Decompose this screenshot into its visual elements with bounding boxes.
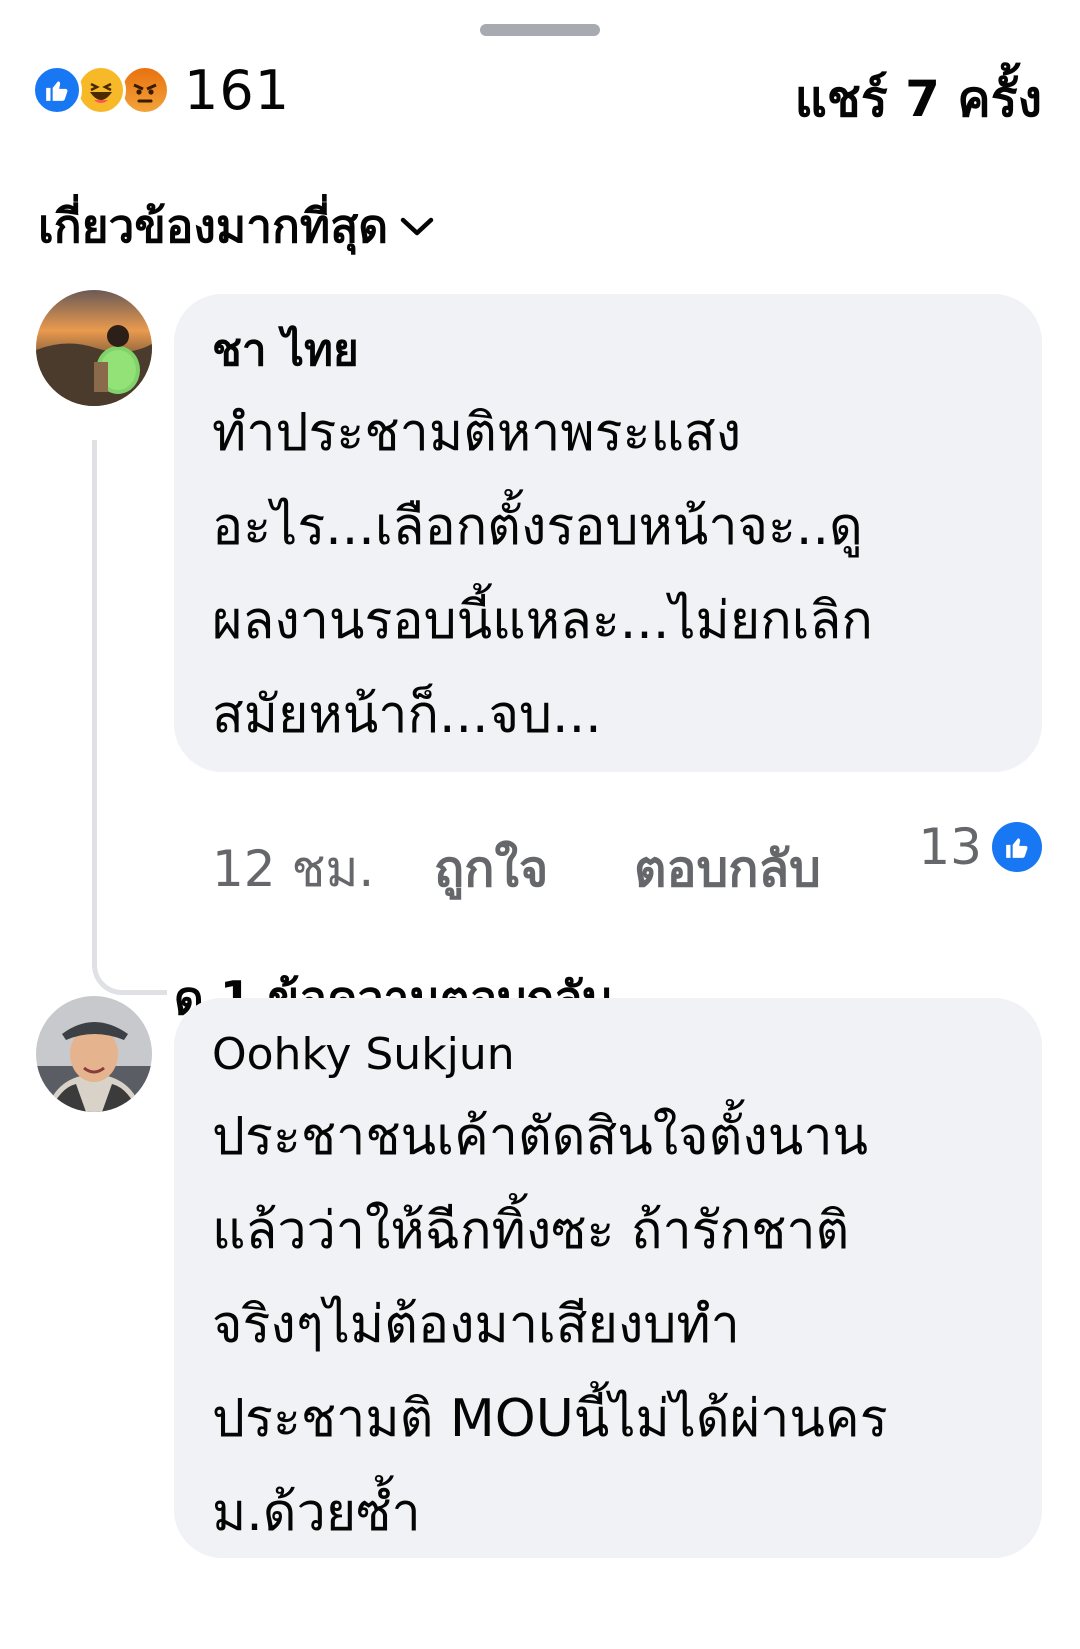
thread-connector [92, 440, 167, 995]
reply-button[interactable]: ตอบกลับ [634, 830, 821, 909]
comment-text: ประชาชนเค้าตัดสินใจตั้งนาน แล้วว่าให้ฉีก… [212, 1090, 1006, 1560]
chevron-down-icon [400, 217, 434, 235]
like-icon [32, 65, 82, 115]
avatar[interactable] [36, 996, 152, 1112]
comments-sheet: 161 แชร์ 7 ครั้ง เกี่ยวข้องมากที่สุด ชา … [0, 0, 1080, 1649]
like-count-value: 13 [918, 818, 982, 876]
share-count[interactable]: แชร์ 7 ครั้ง [795, 60, 1042, 139]
comment-line: ประชามติ MOUนี้ไม่ได้ผ่านคร [212, 1389, 888, 1449]
comment-line: สมัยหน้าก็...จบ... [212, 685, 602, 745]
comment-line: ทำประชามติหาพระแสง [212, 403, 742, 463]
comment-line: ผลงานรอบนี้แหละ...ไม่ยกเลิก [212, 591, 873, 651]
comment-line: แล้วว่าให้ฉีกทิ้งซะ ถ้ารักชาติ [212, 1201, 850, 1261]
comment-line: ประชาชนเค้าตัดสินใจตั้งนาน [212, 1107, 869, 1167]
comment-timestamp: 12 ชม. [212, 840, 375, 898]
comment-like-count[interactable]: 13 [918, 818, 1042, 876]
drag-handle[interactable] [480, 24, 600, 36]
comment-line: ม.ด้วยซ้ำ [212, 1483, 421, 1543]
comment-text: ทำประชามติหาพระแสง อะไร...เลือกตั้งรอบหน… [212, 386, 1006, 762]
comment-bubble[interactable]: ชา ไทย ทำประชามติหาพระแสง อะไร...เลือกตั… [174, 294, 1042, 772]
angry-icon [120, 65, 170, 115]
sort-label: เกี่ยวข้องมากที่สุด [38, 199, 389, 253]
sort-dropdown[interactable]: เกี่ยวข้องมากที่สุด [38, 190, 434, 263]
comment-bubble[interactable]: Oohky Sukjun ประชาชนเค้าตัดสินใจตั้งนาน … [174, 998, 1042, 1558]
reaction-count: 161 [184, 58, 291, 122]
haha-icon [76, 65, 126, 115]
comment-line: อะไร...เลือกตั้งรอบหน้าจะ..ดู [212, 497, 863, 557]
reactions-summary[interactable]: 161 [32, 58, 291, 122]
avatar[interactable] [36, 290, 152, 406]
comment-author[interactable]: ชา ไทย [212, 320, 1006, 382]
comment-line: จริงๆไม่ต้องมาเสียงบทำ [212, 1295, 740, 1355]
like-icon [992, 822, 1042, 872]
comment-author[interactable]: Oohky Sukjun [212, 1024, 1006, 1086]
like-button[interactable]: ถูกใจ [434, 830, 548, 909]
